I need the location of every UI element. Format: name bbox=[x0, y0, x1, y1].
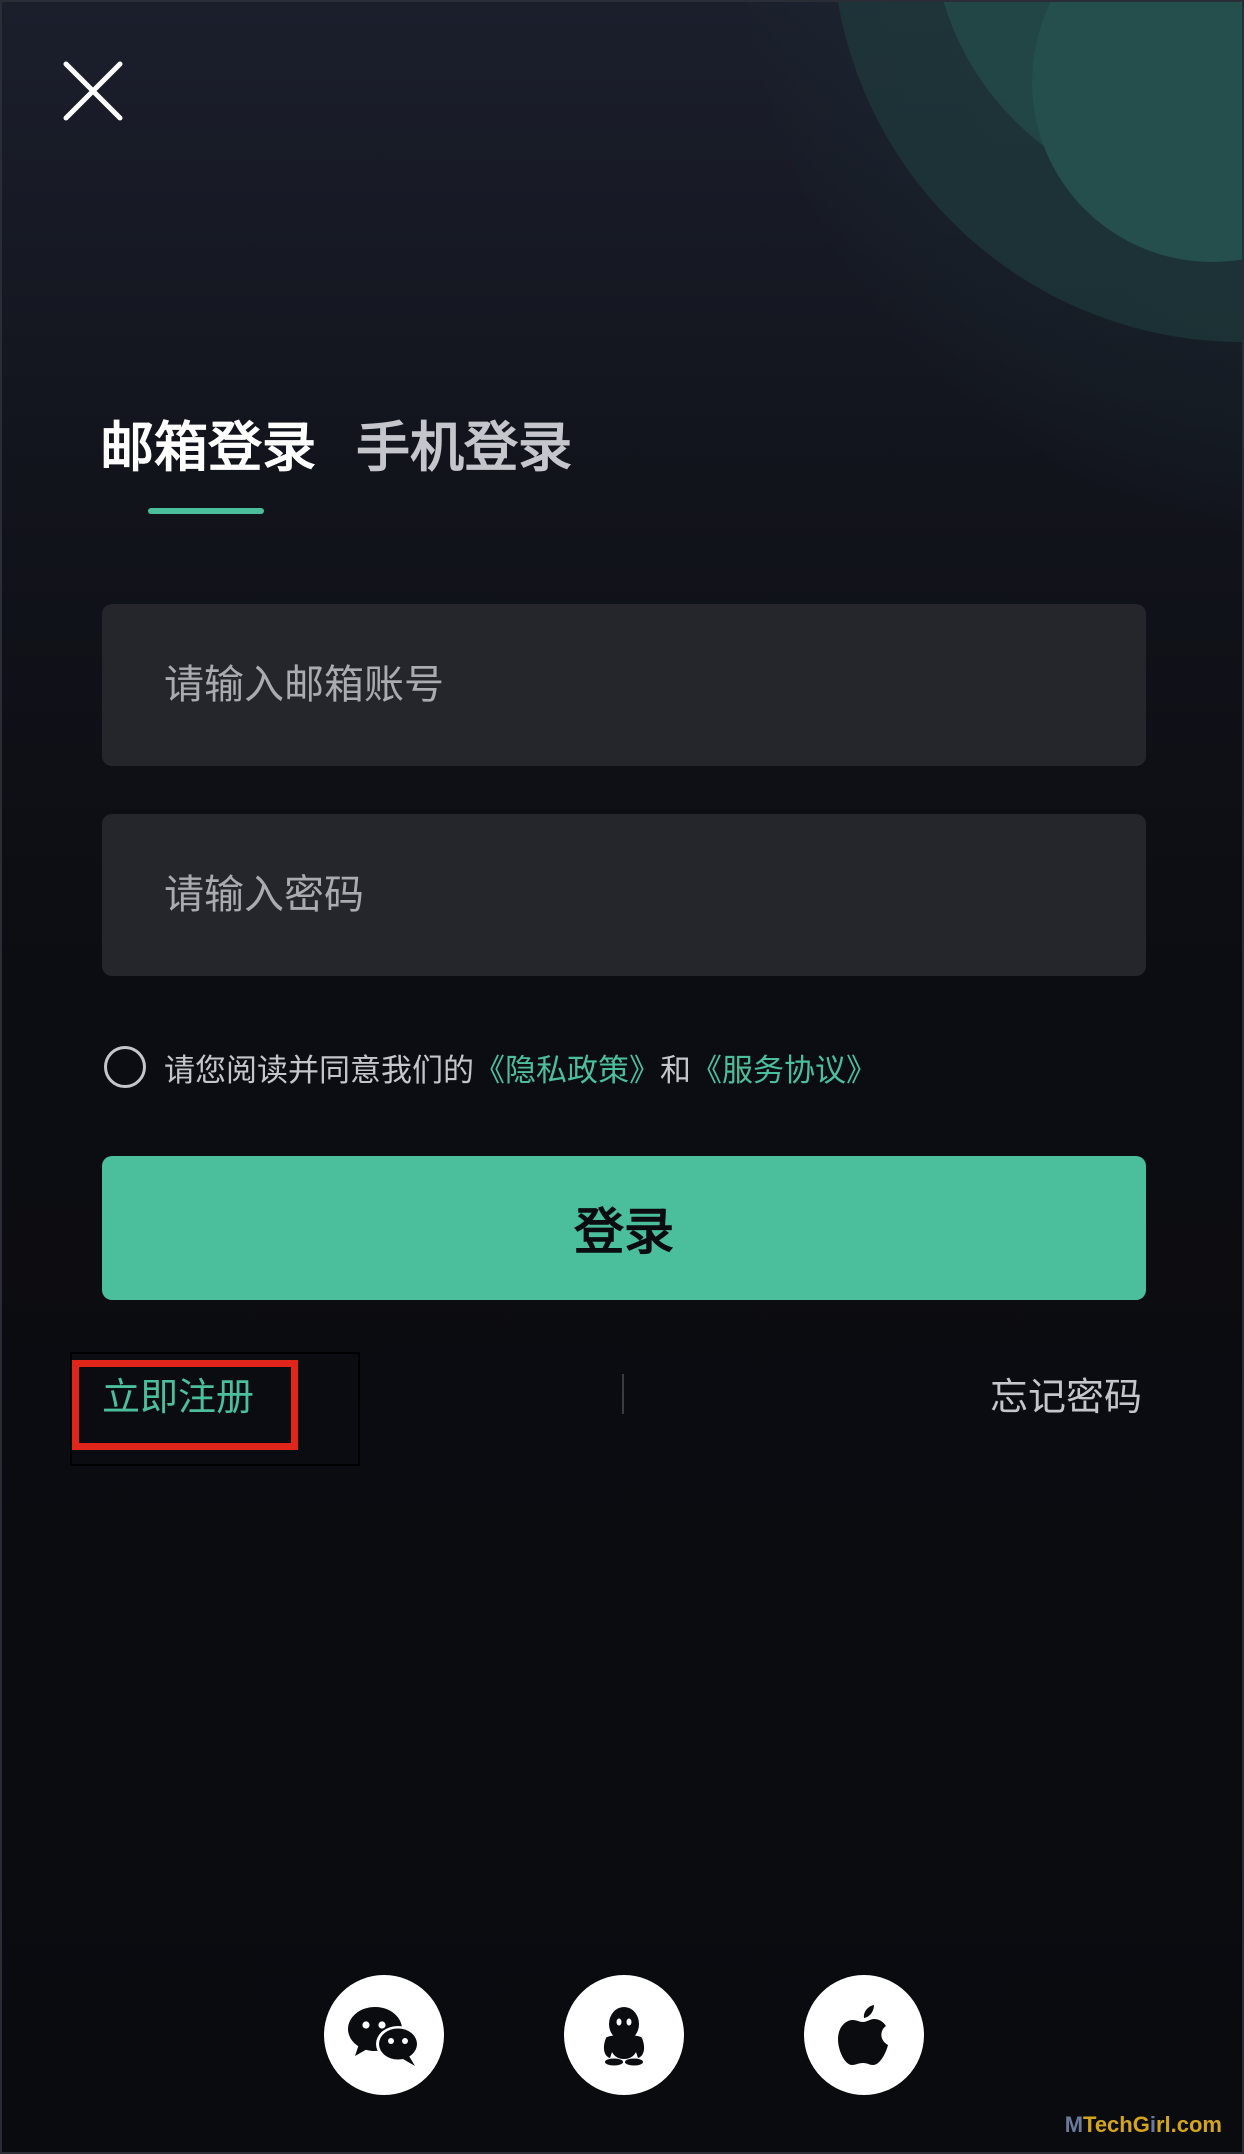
terms-of-service-link[interactable]: 《服务协议》 bbox=[691, 1045, 877, 1090]
tab-phone-login[interactable]: 手机登录 bbox=[356, 410, 572, 486]
email-input[interactable] bbox=[164, 604, 1146, 766]
wechat-icon bbox=[348, 2007, 420, 2066]
watermark-text: rl.com bbox=[1155, 2112, 1222, 2137]
apple-icon bbox=[838, 2005, 888, 2065]
tab-label: 邮箱登录 bbox=[100, 416, 316, 479]
close-button[interactable] bbox=[60, 58, 126, 124]
watermark-text: TechG bbox=[1083, 2112, 1150, 2137]
qq-icon bbox=[603, 2007, 645, 2066]
watermark: MTechGirl.com bbox=[1065, 2112, 1222, 2138]
login-screen: 邮箱登录 手机登录 请您阅读并同意我们的 《隐私政策》 和 《服务协议》 登录 … bbox=[0, 0, 1244, 2154]
password-field-container bbox=[102, 814, 1146, 976]
agreement-conjunction: 和 bbox=[660, 1052, 691, 1089]
agreement-text: 请您阅读并同意我们的 bbox=[164, 1052, 474, 1089]
privacy-policy-link[interactable]: 《隐私政策》 bbox=[474, 1045, 660, 1090]
tab-email-login[interactable]: 邮箱登录 bbox=[100, 410, 316, 514]
email-field-container bbox=[102, 604, 1146, 766]
apple-login-button[interactable] bbox=[804, 1975, 924, 2095]
register-link[interactable]: 立即注册 bbox=[102, 1372, 254, 1422]
login-tabs: 邮箱登录 手机登录 bbox=[100, 410, 572, 514]
tab-label: 手机登录 bbox=[356, 416, 572, 479]
forgot-password-link[interactable]: 忘记密码 bbox=[990, 1372, 1142, 1422]
login-button[interactable]: 登录 bbox=[102, 1156, 1146, 1300]
agreement-checkbox[interactable] bbox=[104, 1046, 146, 1088]
watermark-text: M bbox=[1064, 2112, 1084, 2137]
active-tab-indicator bbox=[148, 508, 264, 514]
divider bbox=[622, 1374, 624, 1414]
password-input[interactable] bbox=[164, 814, 1146, 976]
agreement-row: 请您阅读并同意我们的 《隐私政策》 和 《服务协议》 bbox=[104, 1044, 877, 1090]
qq-login-button[interactable] bbox=[564, 1975, 684, 2095]
wechat-login-button[interactable] bbox=[324, 1975, 444, 2095]
close-icon bbox=[63, 61, 123, 121]
